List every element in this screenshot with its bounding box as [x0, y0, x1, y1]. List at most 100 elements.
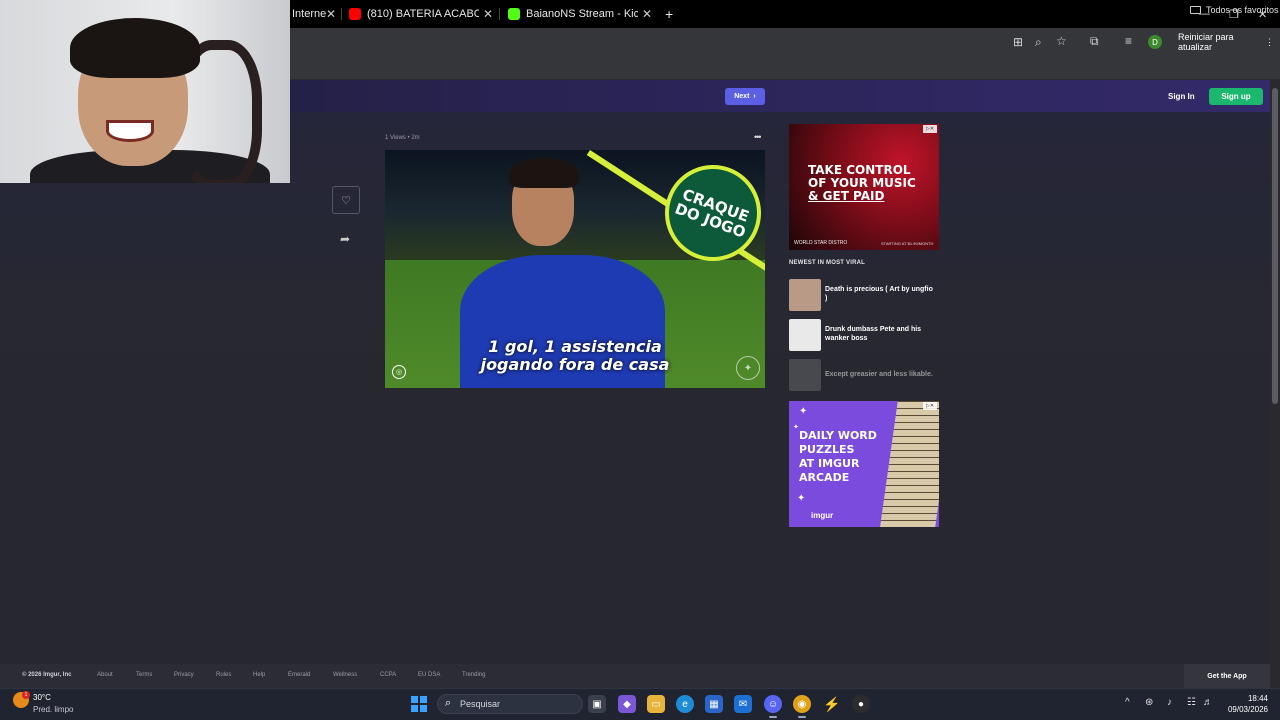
obs-icon[interactable]: ● — [852, 695, 870, 713]
list-item[interactable]: Except greasier and less likable. — [789, 359, 939, 391]
tab-kick[interactable]: BaianoNS Stream - Kick Dashbo ✕ — [508, 0, 652, 28]
tab-separator — [499, 8, 500, 20]
file-explorer-icon[interactable]: ▭ — [647, 695, 665, 713]
search-icon: ⌕ — [445, 697, 452, 709]
close-icon[interactable]: ✕ — [483, 7, 493, 21]
copilot-icon[interactable]: ◆ — [618, 695, 636, 713]
taskbar-search[interactable]: ⌕ Pesquisar — [437, 694, 583, 714]
media-icon[interactable]: ≡ — [1125, 34, 1132, 48]
restart-label: Reiniciar para atualizar — [1178, 32, 1234, 52]
notification-badge: 1 — [22, 691, 30, 699]
ad-line1: DAILY WORD — [799, 429, 877, 442]
sparkle-icon: ✦ — [797, 493, 806, 504]
tab-label: BaianoNS Stream - Kick Dashbo — [526, 8, 638, 20]
post-title: Drunk dumbass Pete and his wanker boss — [825, 326, 922, 342]
footer-link-emerald[interactable]: Emerald — [288, 672, 310, 678]
post-thumbnail — [789, 359, 821, 391]
tab-label: (810) BATERIA ACABOU / ALÔ A — [367, 8, 479, 20]
close-icon[interactable]: ✕ — [642, 7, 652, 21]
profile-avatar[interactable]: D — [1148, 35, 1162, 49]
kick-icon — [508, 8, 520, 20]
footer-link-about[interactable]: About — [97, 672, 113, 678]
more-options-icon[interactable]: ••• — [754, 132, 762, 142]
restart-update-button[interactable]: Reiniciar para atualizar ⋮ — [1172, 32, 1280, 52]
scrollbar-thumb[interactable] — [1272, 88, 1278, 404]
ad-line2: PUZZLES — [799, 443, 855, 456]
player-hair — [509, 158, 579, 188]
outlook-icon[interactable]: ✉ — [734, 695, 752, 713]
new-tab-button[interactable]: + — [665, 0, 677, 28]
chevron-right-icon: › — [753, 93, 756, 100]
footer-link-privacy[interactable]: Privacy — [174, 672, 194, 678]
chrome-icon[interactable]: ◉ — [793, 695, 811, 713]
favorite-button[interactable]: ♡ — [332, 186, 360, 214]
heart-icon: ♡ — [341, 194, 351, 207]
footer-link-eu-dsa[interactable]: EU DSA — [418, 672, 440, 678]
ad-brand: WORLD STAR DISTRO — [794, 240, 848, 246]
folder-icon — [1190, 6, 1201, 14]
next-label: Next — [734, 93, 750, 100]
tab-separator — [341, 8, 342, 20]
wifi-icon[interactable]: ☷ — [1187, 697, 1196, 708]
ad-line4: ARCADE — [799, 471, 850, 484]
post-title: Except greasier and less likable. — [825, 371, 933, 378]
caption-line1: 1 gol, 1 assistencia — [488, 337, 662, 356]
footer-link-terms[interactable]: Terms — [136, 672, 152, 678]
post-meta: 1 Views • 2m — [385, 135, 420, 141]
task-view-icon[interactable]: ▣ — [588, 695, 606, 713]
bookmarks-label: Todos os favoritos — [1206, 5, 1279, 15]
puzzle-grid-image — [880, 401, 939, 527]
fullscreen-icon[interactable]: ◎ — [392, 365, 406, 379]
footer-link-help[interactable]: Help — [253, 672, 265, 678]
sparkle-icon: ✦ — [793, 424, 799, 431]
footer-link-trending[interactable]: Trending — [462, 672, 485, 678]
weather-condition[interactable]: Pred. limpo — [33, 705, 73, 714]
youtube-icon — [349, 8, 361, 20]
chevron-up-icon[interactable]: ^ — [1125, 697, 1130, 708]
music-ad[interactable]: ▷✕ TAKE CONTROL OF YOUR MUSIC & GET PAID… — [789, 124, 939, 250]
edge-icon[interactable]: e — [676, 695, 694, 713]
share-icon[interactable]: ➦ — [340, 232, 350, 246]
arcade-ad[interactable]: ▷✕ ✦ ✦ ✦ DAILY WORD PUZZLES AT IMGUR ARC… — [789, 401, 939, 527]
list-item[interactable]: Drunk dumbass Pete and his wanker boss — [789, 319, 939, 351]
footer-link-wellness[interactable]: Wellness — [333, 672, 357, 678]
next-button[interactable]: Next › — [725, 88, 765, 105]
ad-line3: & GET PAID — [808, 189, 885, 203]
translate-icon[interactable]: ⊞ — [1013, 35, 1023, 49]
sparkle-icon: ✦ — [799, 406, 808, 417]
discord-icon[interactable]: ☺ — [764, 695, 782, 713]
clock-time[interactable]: 18:44 — [1224, 694, 1268, 703]
streamer-hair — [70, 18, 200, 78]
windows-taskbar — [0, 688, 1280, 720]
clock-date[interactable]: 09/03/2026 — [1214, 705, 1268, 714]
watermark-icon: ✦ — [736, 356, 760, 380]
zoom-icon[interactable]: ⌕ — [1035, 35, 1042, 50]
video-caption: 1 gol, 1 assistencia jogando fora de cas… — [425, 338, 725, 374]
volume-icon[interactable]: ♬ — [1203, 697, 1213, 708]
all-bookmarks-button[interactable]: Todos os favoritos — [1190, 5, 1279, 15]
footer-link-ccpa[interactable]: CCPA — [380, 672, 396, 678]
list-item[interactable]: Death is precious ( Art by ungfio ) — [789, 279, 939, 311]
close-icon[interactable]: ✕ — [326, 7, 336, 21]
ad-choices-icon[interactable]: ▷✕ — [923, 402, 937, 410]
tab-internet[interactable]: Interne ✕ — [292, 0, 336, 28]
post-video[interactable]: CRAQUE DO JOGO 1 gol, 1 assistencia joga… — [385, 150, 765, 388]
sign-up-button[interactable]: Sign up — [1209, 88, 1263, 105]
ad-choices-icon[interactable]: ▷✕ — [923, 125, 937, 133]
bookmark-star-icon[interactable]: ☆ — [1056, 34, 1067, 48]
windows-start-icon[interactable] — [411, 696, 427, 712]
extensions-icon[interactable]: ⧉ — [1090, 34, 1099, 49]
microphone-icon[interactable]: ♪ — [1167, 697, 1172, 708]
footer-link-rules[interactable]: Rules — [216, 672, 231, 678]
tab-youtube[interactable]: (810) BATERIA ACABOU / ALÔ A ✕ — [349, 0, 493, 28]
get-app-button[interactable]: Get the App — [1184, 664, 1270, 688]
network-status-icon[interactable]: ⊛ — [1145, 697, 1153, 708]
streaming-app-icon[interactable]: ⚡ — [823, 695, 841, 713]
streamer-smile — [106, 120, 154, 142]
post-thumbnail — [789, 279, 821, 311]
ad-headline: DAILY WORD PUZZLES AT IMGUR ARCADE — [799, 429, 877, 485]
weather-temperature[interactable]: 30°C — [33, 693, 51, 702]
store-icon[interactable]: ▦ — [705, 695, 723, 713]
page-footer: © 2026 Imgur, Inc About Terms Privacy Ru… — [0, 664, 1270, 688]
sign-in-link[interactable]: Sign In — [1168, 92, 1195, 101]
